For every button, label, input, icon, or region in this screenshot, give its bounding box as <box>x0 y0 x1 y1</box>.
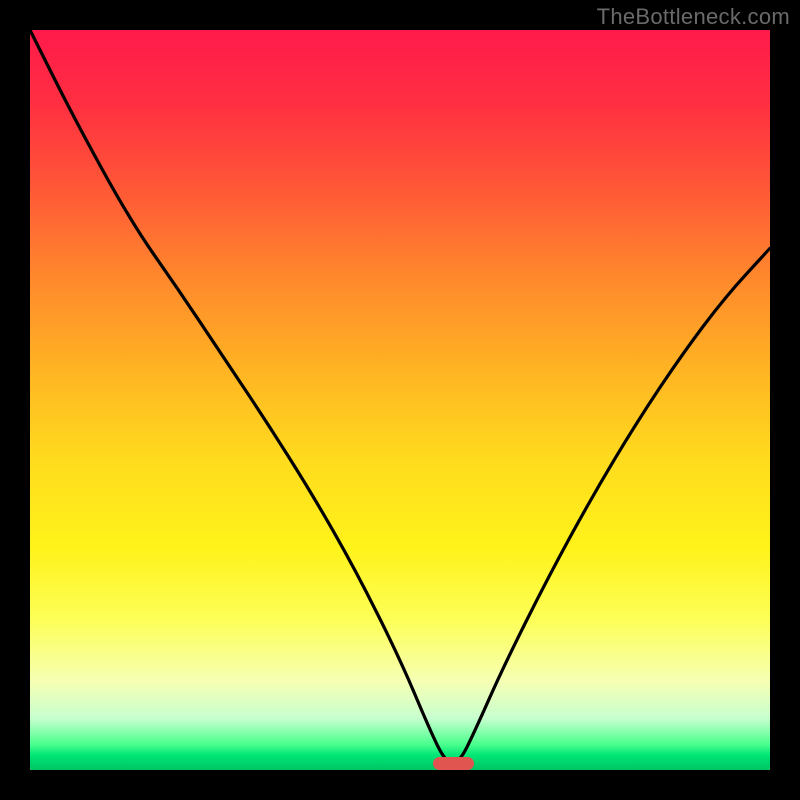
chart-frame: TheBottleneck.com <box>0 0 800 800</box>
optimal-marker <box>433 757 474 770</box>
plot-area <box>30 30 770 770</box>
bottleneck-curve-path <box>30 30 770 763</box>
curve-svg <box>30 30 770 770</box>
attribution-text: TheBottleneck.com <box>597 4 790 30</box>
